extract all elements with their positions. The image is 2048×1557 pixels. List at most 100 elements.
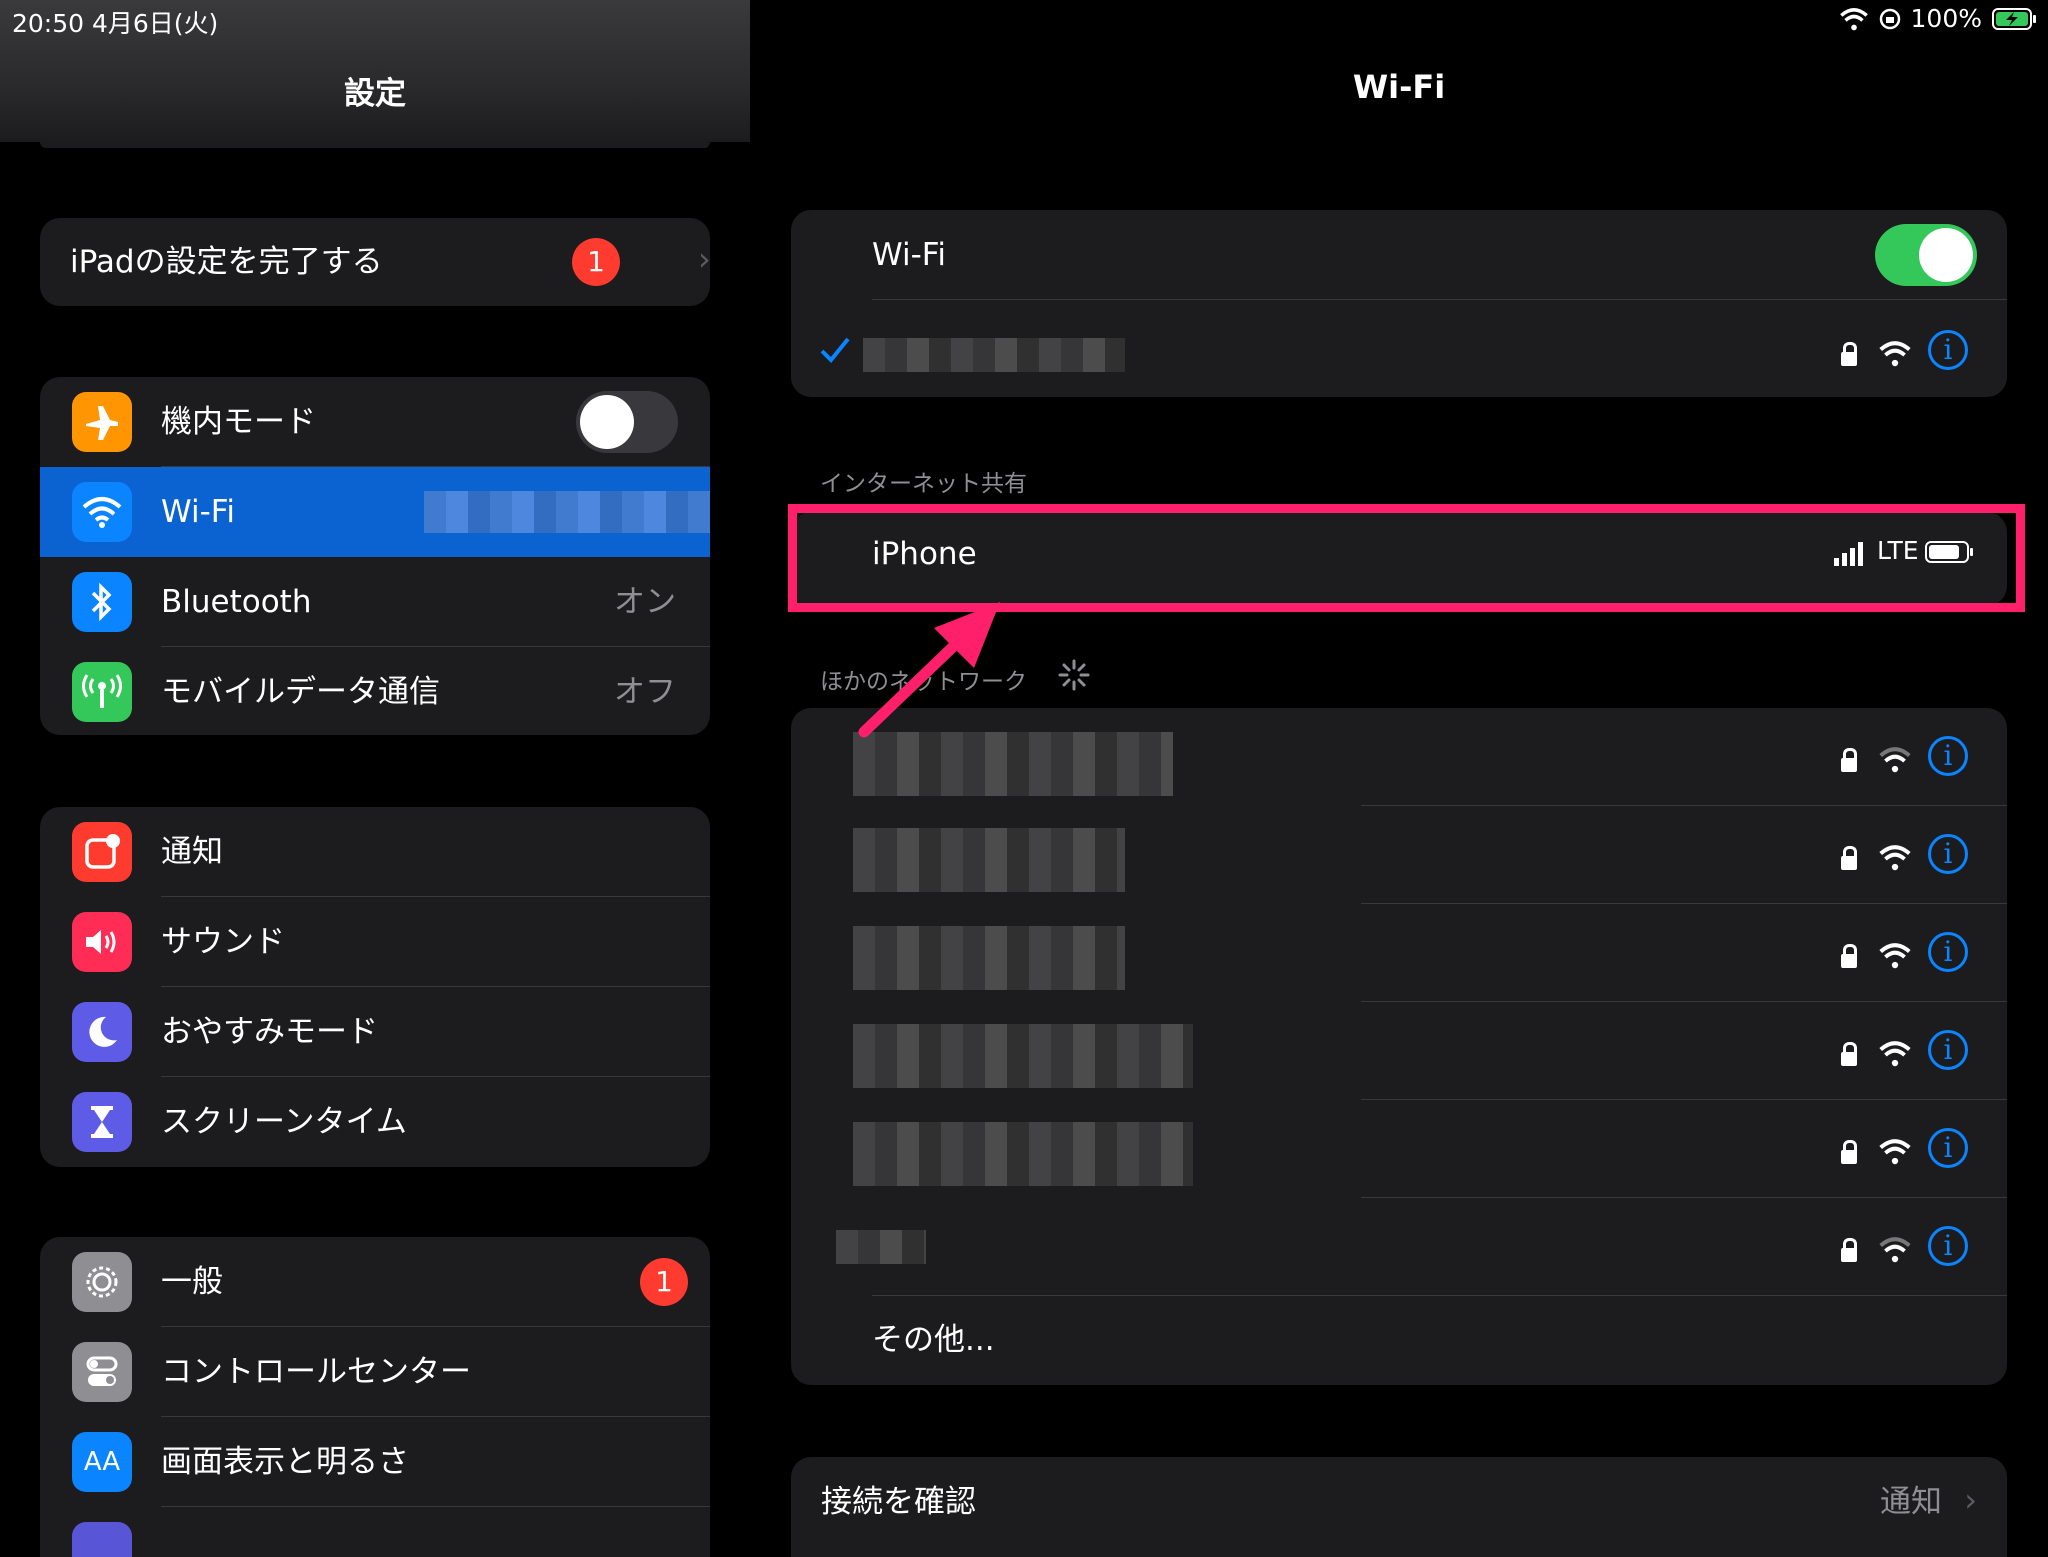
sidebar-item-label: Bluetooth (161, 584, 312, 620)
sidebar-item-label: 一般 (161, 1264, 223, 1300)
network-row[interactable]: i (791, 1002, 2007, 1100)
info-icon[interactable]: i (1928, 1030, 1968, 1070)
sidebar-item-label: Wi-Fi (161, 494, 235, 530)
sidebar-item-bluetooth[interactable]: Bluetooth オン (40, 557, 710, 647)
info-icon[interactable]: i (1928, 1128, 1968, 1168)
hotspot-section-label: インターネット共有 (820, 471, 1027, 497)
info-icon[interactable]: i (1928, 736, 1968, 776)
ask-to-join-value: 通知 (1880, 1484, 1942, 1520)
chevron-right-icon: › (698, 240, 710, 278)
general-group: 一般 1 コントロールセンター AA 画面表示と明るさ (40, 1237, 710, 1557)
page-title: Wi-Fi (1352, 68, 1446, 106)
setup-badge: 1 (572, 238, 620, 286)
notifications-icon (72, 822, 132, 882)
text-size-icon: AA (72, 1432, 132, 1492)
connected-network-row[interactable]: i (791, 300, 2007, 397)
wifi-signal-icon (1879, 1139, 1911, 1165)
other-network-row[interactable]: その他... (791, 1296, 2007, 1385)
sidebar-item-mobile-data[interactable]: モバイルデータ通信 オフ (40, 647, 710, 735)
ask-to-join-group: 接続を確認 通知 › (791, 1457, 2007, 1557)
sidebar-item-do-not-disturb[interactable]: おやすみモード (40, 987, 710, 1077)
other-networks-group: i i i i i i その他... (791, 708, 2007, 1385)
sidebar-item-label: サウンド (161, 924, 285, 960)
lock-icon (1841, 944, 1857, 968)
ask-to-join-row[interactable]: 接続を確認 通知 › (791, 1457, 2007, 1547)
sidebar-item-control-center[interactable]: コントロールセンター (40, 1327, 710, 1417)
gear-icon (72, 1252, 132, 1312)
ask-to-join-label: 接続を確認 (821, 1484, 976, 1520)
home-screen-icon (72, 1522, 132, 1557)
connected-network-redacted (424, 491, 710, 533)
sidebar-item-general[interactable]: 一般 1 (40, 1237, 710, 1327)
orientation-lock-icon (1879, 8, 1900, 29)
loading-spinner-icon (1058, 659, 1090, 691)
wifi-label: Wi-Fi (872, 237, 946, 273)
sidebar: 設定 iPadの設定を完了する 1 › 機内モード Wi-Fi Bluetoot… (0, 0, 750, 1557)
network-row[interactable]: i (791, 1100, 2007, 1198)
toggle-knob (1919, 228, 1973, 282)
airplane-icon (72, 392, 132, 452)
wifi-signal-icon (1879, 341, 1911, 367)
antenna-icon (72, 662, 132, 722)
toggle-knob (580, 395, 634, 449)
network-name-redacted (836, 1230, 926, 1264)
info-icon[interactable]: i (1928, 834, 1968, 874)
wifi-signal-icon (1879, 943, 1911, 969)
lock-icon (1841, 1042, 1857, 1066)
network-row[interactable]: i (791, 806, 2007, 904)
bluetooth-status: オン (614, 584, 676, 620)
network-row[interactable]: i (791, 904, 2007, 1002)
status-wifi-icon (1839, 7, 1868, 30)
wifi-signal-icon (1879, 845, 1911, 871)
wifi-signal-icon (1879, 1041, 1911, 1067)
status-indicators: 100% (1839, 4, 2038, 33)
network-name-redacted (853, 926, 1125, 990)
wifi-signal-icon (1879, 747, 1911, 773)
info-icon[interactable]: i (1928, 330, 1968, 370)
lock-icon (1841, 846, 1857, 870)
sidebar-title: 設定 (344, 76, 406, 112)
sidebar-item-label: コントロールセンター (161, 1354, 471, 1390)
network-name-redacted (853, 1122, 1193, 1186)
network-row[interactable]: i (791, 1198, 2007, 1296)
other-network-label: その他... (872, 1322, 995, 1358)
sidebar-item-label: 通知 (161, 834, 223, 870)
sidebar-item-notifications[interactable]: 通知 (40, 807, 710, 897)
annotation-arrow (858, 602, 1000, 738)
setup-group[interactable]: iPadの設定を完了する 1 › (40, 218, 710, 306)
sidebar-item-screen-time[interactable]: スクリーンタイム (40, 1077, 710, 1167)
status-time-date: 20:50 4月6日(火) (12, 9, 219, 38)
wifi-signal-icon (1879, 1237, 1911, 1263)
chevron-right-icon: › (1964, 1481, 1977, 1519)
info-icon[interactable]: i (1928, 932, 1968, 972)
network-name-redacted (863, 338, 1125, 372)
wifi-toggle-row: Wi-Fi (791, 210, 2007, 300)
sidebar-item-airplane-mode: 機内モード (40, 377, 710, 467)
setup-label: iPadの設定を完了する (70, 244, 383, 280)
mobile-data-status: オフ (614, 674, 676, 710)
sidebar-item-label: モバイルデータ通信 (161, 674, 440, 710)
lock-icon (1841, 342, 1857, 366)
sidebar-header-edge (40, 142, 710, 148)
battery-charging-icon (1992, 7, 2036, 30)
wifi-toggle[interactable] (1875, 224, 1977, 286)
sidebar-item-label: おやすみモード (161, 1014, 378, 1050)
moon-icon (72, 1002, 132, 1062)
info-icon[interactable]: i (1928, 1226, 1968, 1266)
wifi-icon (72, 482, 132, 542)
hourglass-icon (72, 1092, 132, 1152)
network-name-redacted (853, 1024, 1193, 1088)
wifi-group: Wi-Fi i (791, 210, 2007, 397)
sidebar-item-display[interactable]: AA 画面表示と明るさ (40, 1417, 710, 1507)
lock-icon (1841, 748, 1857, 772)
sidebar-item-label: 機内モード (161, 404, 316, 440)
notifications-group: 通知 サウンド おやすみモード スクリーンタイム (40, 807, 710, 1167)
sidebar-item-wifi[interactable]: Wi-Fi (40, 467, 710, 557)
speaker-icon (72, 912, 132, 972)
toggles-icon (72, 1342, 132, 1402)
network-name-redacted (853, 828, 1125, 892)
connectivity-group: 機内モード Wi-Fi Bluetooth オン モバイルデータ通信 オフ (40, 377, 710, 735)
sidebar-item-sounds[interactable]: サウンド (40, 897, 710, 987)
sidebar-item-label: スクリーンタイム (161, 1104, 407, 1140)
airplane-mode-toggle[interactable] (576, 391, 678, 453)
